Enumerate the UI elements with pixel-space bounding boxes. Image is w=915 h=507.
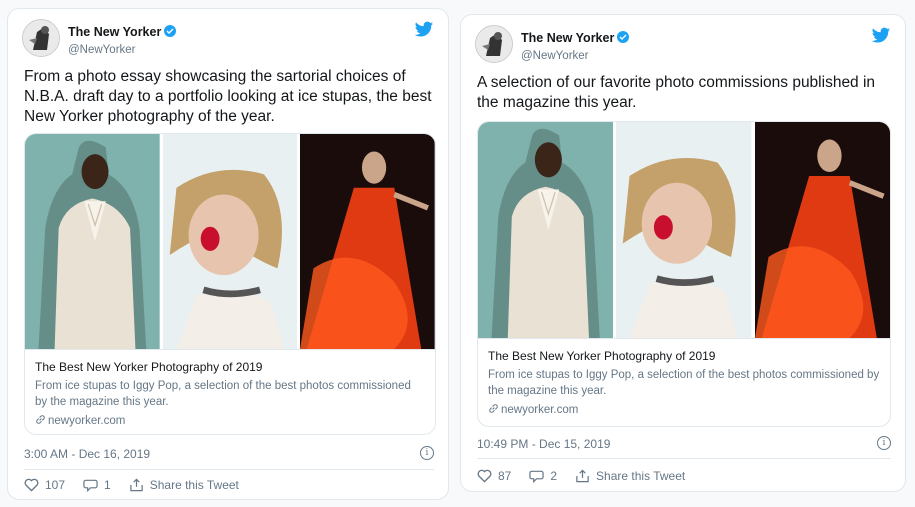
card-description: From ice stupas to Iggy Pop, a selection… bbox=[35, 380, 411, 408]
card-photos bbox=[478, 122, 890, 338]
twitter-bird-icon[interactable] bbox=[871, 27, 891, 45]
share-icon bbox=[129, 478, 143, 492]
share-button[interactable]: Share this Tweet bbox=[575, 469, 685, 483]
info-icon[interactable]: i bbox=[877, 436, 891, 450]
verified-badge-icon bbox=[617, 31, 630, 43]
share-label: Share this Tweet bbox=[596, 469, 686, 483]
photo-man-in-suit bbox=[25, 134, 160, 349]
reply-bubble-icon bbox=[529, 470, 545, 483]
avatar[interactable] bbox=[475, 25, 513, 63]
divider bbox=[477, 458, 891, 459]
timestamp[interactable]: 10:49 PM - Dec 15, 2019 bbox=[477, 437, 610, 451]
photo-woman-windblown bbox=[616, 122, 752, 338]
card-domain[interactable]: newyorker.com bbox=[488, 403, 880, 416]
card-info: The Best New Yorker Photography of 2019 … bbox=[478, 338, 890, 426]
heart-icon bbox=[24, 478, 39, 492]
photo-dancer-red-dress bbox=[754, 122, 890, 338]
card-description: From ice stupas to Iggy Pop, a selection… bbox=[488, 369, 880, 397]
reply-bubble-icon bbox=[83, 479, 98, 492]
handle[interactable]: @NewYorker bbox=[68, 44, 176, 56]
divider bbox=[24, 469, 434, 470]
like-count: 87 bbox=[498, 469, 512, 483]
tweet-header: The New Yorker @NewYorker bbox=[22, 19, 434, 59]
tweet-author[interactable]: The New Yorker @NewYorker bbox=[521, 29, 630, 62]
reply-button[interactable]: 1 bbox=[83, 478, 111, 492]
tweet-actions: 87 2 Share this Tweet bbox=[477, 466, 891, 486]
heart-icon bbox=[477, 469, 492, 483]
card-domain-text[interactable]: newyorker.com bbox=[501, 404, 578, 416]
tweet-text: From a photo essay showcasing the sartor… bbox=[24, 68, 432, 125]
info-icon[interactable]: i bbox=[420, 446, 434, 460]
link-card[interactable]: The Best New Yorker Photography of 2019 … bbox=[477, 121, 891, 427]
display-name[interactable]: The New Yorker bbox=[68, 25, 161, 39]
tweet-card-right[interactable]: The New Yorker @NewYorker A selection of… bbox=[460, 14, 906, 492]
handle[interactable]: @NewYorker bbox=[521, 50, 629, 62]
tweet-header: The New Yorker @NewYorker bbox=[475, 25, 891, 65]
display-name[interactable]: The New Yorker bbox=[521, 31, 614, 45]
share-button[interactable]: Share this Tweet bbox=[129, 478, 239, 492]
card-title: The Best New Yorker Photography of 2019 bbox=[35, 360, 263, 374]
card-info: The Best New Yorker Photography of 2019 … bbox=[25, 349, 435, 434]
link-card[interactable]: The Best New Yorker Photography of 2019 … bbox=[24, 133, 436, 435]
card-domain-text[interactable]: newyorker.com bbox=[48, 415, 125, 427]
tweet-text: A selection of our favorite photo commis… bbox=[477, 74, 876, 111]
like-count: 107 bbox=[45, 478, 66, 492]
reply-count: 2 bbox=[550, 469, 558, 483]
verified-badge-icon bbox=[164, 25, 177, 37]
tweet-card-left[interactable]: The New Yorker @NewYorker From a photo e… bbox=[7, 8, 449, 500]
timestamp[interactable]: 3:00 AM - Dec 16, 2019 bbox=[24, 447, 150, 461]
link-icon bbox=[489, 404, 498, 413]
photo-dancer-red-dress bbox=[300, 134, 435, 349]
reply-count: 1 bbox=[104, 478, 111, 492]
link-icon bbox=[36, 415, 45, 424]
photo-man-in-suit bbox=[478, 122, 614, 338]
share-label: Share this Tweet bbox=[149, 478, 239, 492]
tweet-author[interactable]: The New Yorker @NewYorker bbox=[68, 23, 177, 56]
twitter-bird-icon[interactable] bbox=[414, 21, 434, 39]
like-button[interactable]: 107 bbox=[24, 478, 65, 492]
card-domain[interactable]: newyorker.com bbox=[35, 414, 425, 427]
reply-button[interactable]: 2 bbox=[529, 469, 557, 483]
tweet-actions: 107 1 Share this Tweet bbox=[24, 475, 434, 495]
photo-woman-windblown bbox=[162, 134, 298, 349]
card-title: The Best New Yorker Photography of 2019 bbox=[488, 349, 716, 363]
like-button[interactable]: 87 bbox=[477, 469, 511, 483]
avatar[interactable] bbox=[22, 19, 60, 57]
card-photos bbox=[25, 134, 435, 349]
share-icon bbox=[576, 469, 589, 483]
